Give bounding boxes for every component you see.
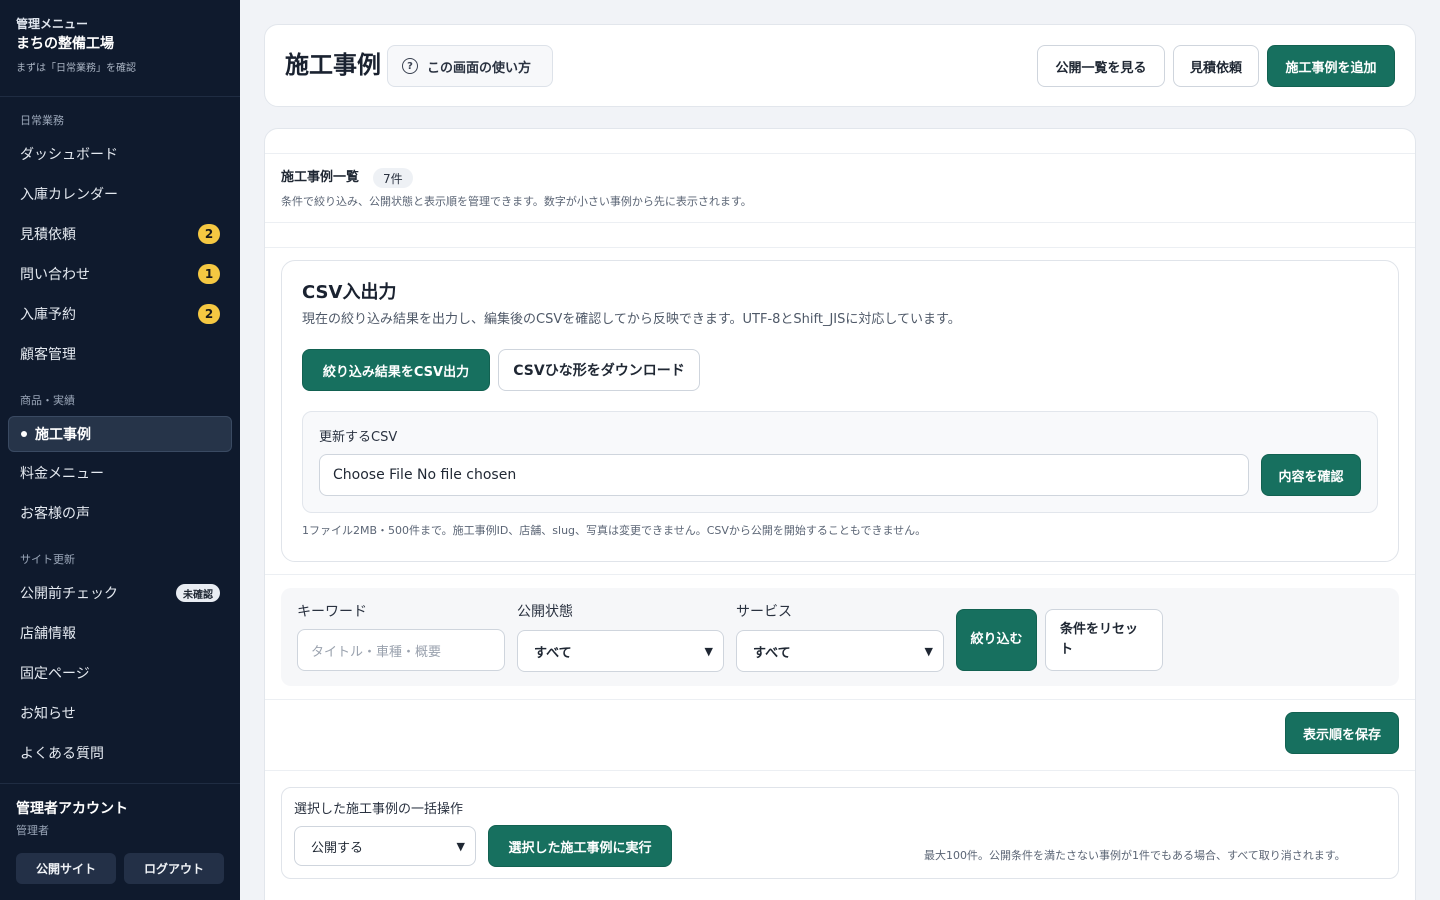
- save-order-button[interactable]: 表示順を保存: [1285, 712, 1399, 754]
- sidebar-item-label: 入庫予約: [20, 307, 76, 323]
- sidebar-item-label: 店舗情報: [20, 626, 76, 642]
- sidebar-item-inquiries[interactable]: 問い合わせ 1: [8, 256, 232, 292]
- sidebar-item-dashboard[interactable]: ダッシュボード: [8, 136, 232, 172]
- precheck-status-badge: 未確認: [176, 584, 220, 602]
- sidebar-item-label: 見積依頼: [20, 227, 76, 243]
- sidebar-divider: [0, 96, 240, 97]
- account-role: 管理者: [16, 824, 49, 837]
- bulk-note: 最大100件。公開条件を満たさない事例が1件でもある場合、すべて取り消されます。: [924, 849, 1346, 862]
- sidebar-brand: 管理メニュー まちの整備工場 まずは「日常業務」を確認: [16, 16, 226, 77]
- bulk-action-select[interactable]: 公開する ▼: [294, 826, 476, 866]
- account-name: 管理者アカウント: [16, 801, 128, 817]
- public-site-button[interactable]: 公開サイト: [16, 853, 116, 884]
- sidebar-item-label: ダッシュボード: [20, 147, 118, 163]
- sidebar-item-label: 問い合わせ: [20, 267, 90, 283]
- sidebar-item-store[interactable]: 店舗情報: [8, 615, 232, 651]
- status-select-value: すべて: [534, 645, 572, 661]
- status-select[interactable]: すべて ▼: [517, 630, 724, 672]
- active-dot-icon: [21, 431, 27, 437]
- sidebar-item-pages[interactable]: 固定ページ: [8, 655, 232, 691]
- divider: [265, 153, 1415, 154]
- sidebar-item-faq[interactable]: よくある質問: [8, 735, 232, 771]
- sidebar-item-label: 施工事例: [35, 427, 91, 443]
- divider: [265, 222, 1415, 223]
- list-title: 施工事例一覧: [281, 170, 360, 185]
- add-case-button[interactable]: 施工事例を追加: [1267, 45, 1395, 87]
- sidebar-item-reviews[interactable]: お客様の声: [8, 495, 232, 531]
- sidebar-item-label: お知らせ: [20, 706, 76, 722]
- shop-name: まちの整備工場: [16, 36, 114, 52]
- sidebar-item-label: よくある質問: [20, 746, 104, 762]
- divider: [265, 574, 1415, 575]
- keyword-input[interactable]: タイトル・車種・概要: [297, 629, 505, 671]
- view-public-list-button[interactable]: 公開一覧を見る: [1037, 45, 1165, 87]
- sidebar-item-reservations[interactable]: 入庫予約 2: [8, 296, 232, 332]
- sidebar-item-estimates[interactable]: 見積依頼 2: [8, 216, 232, 252]
- status-label: 公開状態: [517, 604, 573, 620]
- divider: [265, 247, 1415, 248]
- help-label: この画面の使い方: [427, 60, 532, 76]
- inquiries-count-badge: 1: [198, 264, 220, 284]
- reservations-count-badge: 2: [198, 304, 220, 324]
- sidebar-item-customers[interactable]: 顧客管理: [8, 336, 232, 372]
- reset-filter-button[interactable]: 条件をリセット: [1045, 609, 1163, 671]
- case-count-badge: 7件: [373, 168, 413, 188]
- estimates-count-badge: 2: [198, 224, 220, 244]
- keyword-label: キーワード: [297, 604, 367, 620]
- sidebar-divider: [0, 783, 240, 784]
- bulk-label: 選択した施工事例の一括操作: [294, 802, 464, 817]
- chevron-down-icon: ▼: [704, 644, 713, 658]
- sidebar-item-label: 顧客管理: [20, 347, 76, 363]
- sidebar-item-label: 公開前チェック: [20, 586, 118, 602]
- update-csv-label: 更新するCSV: [319, 430, 398, 445]
- account-info: 管理者アカウント 管理者: [16, 800, 226, 839]
- service-select[interactable]: すべて ▼: [736, 630, 944, 672]
- csv-note: 1ファイル2MB・500件まで。施工事例ID、店舗、slug、写真は変更できませ…: [302, 524, 927, 537]
- service-label: サービス: [736, 604, 792, 620]
- sidebar-item-news[interactable]: お知らせ: [8, 695, 232, 731]
- sidebar-item-label: お客様の声: [20, 506, 90, 522]
- sidebar-item-label: 入庫カレンダー: [20, 187, 118, 203]
- page-title: 施工事例: [285, 51, 381, 79]
- bulk-execute-button[interactable]: 選択した施工事例に実行: [488, 825, 672, 867]
- sidebar-item-label: 固定ページ: [20, 666, 90, 682]
- logout-button[interactable]: ログアウト: [124, 853, 224, 884]
- confirm-csv-button[interactable]: 内容を確認: [1261, 454, 1361, 496]
- chevron-down-icon: ▼: [456, 839, 465, 853]
- download-template-button[interactable]: CSVひな形をダウンロード: [498, 349, 700, 391]
- question-icon: ?: [402, 58, 418, 74]
- csv-file-input[interactable]: Choose File No file chosen: [319, 454, 1249, 496]
- sidebar-item-calendar[interactable]: 入庫カレンダー: [8, 176, 232, 212]
- csv-description: 現在の絞り込み結果を出力し、編集後のCSVを確認してから反映できます。UTF-8…: [302, 312, 961, 327]
- divider: [265, 699, 1415, 700]
- sidebar-item-label: 料金メニュー: [20, 466, 104, 482]
- chevron-down-icon: ▼: [924, 644, 933, 658]
- service-select-value: すべて: [753, 645, 791, 661]
- help-button[interactable]: ? この画面の使い方: [387, 45, 553, 87]
- sidebar-hint: まずは「日常業務」を確認: [16, 63, 136, 74]
- sidebar-item-cases[interactable]: 施工事例: [8, 416, 232, 452]
- bulk-action-value: 公開する: [311, 840, 364, 856]
- sidebar-kicker: 管理メニュー: [16, 17, 89, 31]
- apply-filter-button[interactable]: 絞り込む: [956, 609, 1037, 671]
- divider: [265, 770, 1415, 771]
- section-products: 商品・実績: [20, 394, 75, 407]
- csv-title: CSV入出力: [302, 282, 397, 303]
- estimate-request-button[interactable]: 見積依頼: [1173, 45, 1259, 87]
- list-description: 条件で絞り込み、公開状態と表示順を管理できます。数字が小さい事例から先に表示され…: [281, 195, 752, 208]
- sidebar-item-precheck[interactable]: 公開前チェック 未確認: [8, 575, 232, 611]
- section-daily: 日常業務: [20, 114, 64, 127]
- sidebar-item-pricing[interactable]: 料金メニュー: [8, 455, 232, 491]
- export-csv-button[interactable]: 絞り込み結果をCSV出力: [302, 349, 490, 391]
- section-site: サイト更新: [20, 553, 75, 566]
